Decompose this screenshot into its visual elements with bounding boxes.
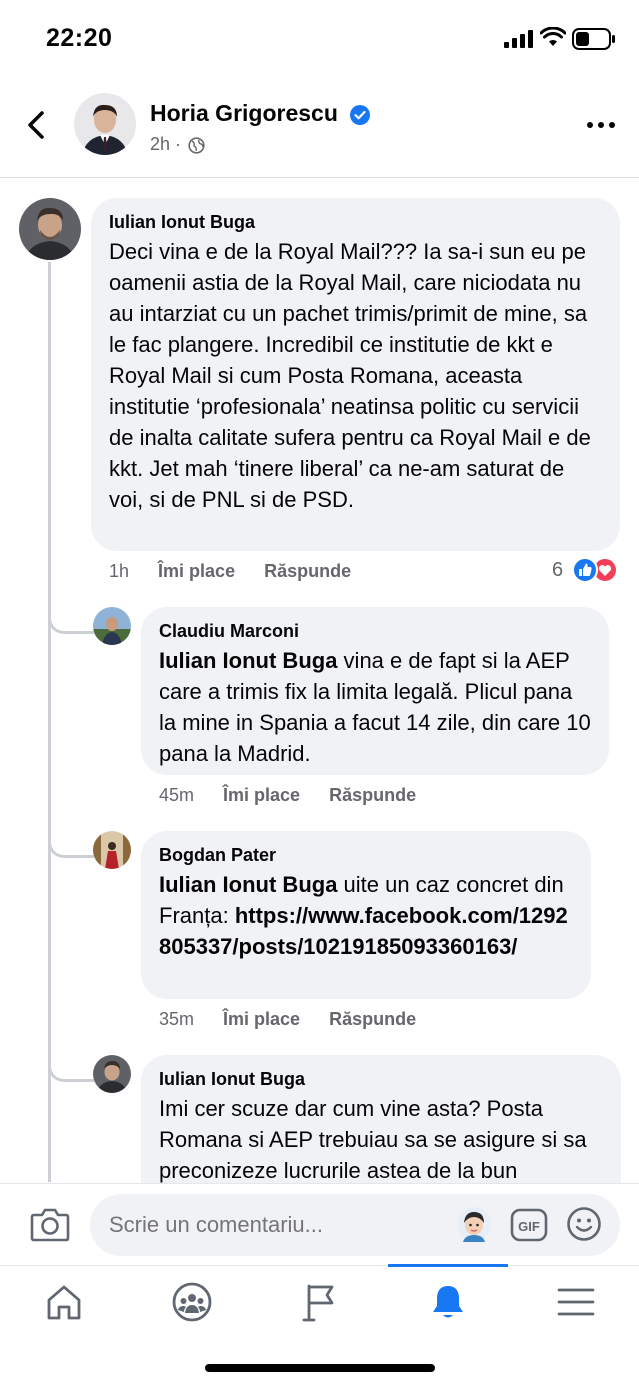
menu-icon: [557, 1288, 595, 1316]
gif-icon[interactable]: GIF: [510, 1208, 548, 1242]
thread-line: [48, 262, 51, 1182]
comment-author[interactable]: Claudiu Marconi: [159, 619, 591, 643]
comment-text: Imi cer scuze dar cum vine asta? Posta R…: [159, 1096, 587, 1183]
post-header: Horia Grigorescu 2h ·: [0, 78, 639, 178]
comment-text: Iulian Ionut Buga uite un caz concret di…: [159, 869, 573, 962]
comment-actions: 35m Îmi place Răspunde: [159, 1009, 440, 1030]
reply-button[interactable]: Răspunde: [329, 785, 416, 806]
post-time-text: 2h: [150, 134, 171, 154]
home-indicator: [205, 1364, 435, 1372]
comment-time: 45m: [159, 785, 195, 805]
like-button[interactable]: Îmi place: [223, 1009, 300, 1030]
comment-avatar[interactable]: [93, 831, 131, 869]
comment-time: 35m: [159, 1009, 195, 1029]
battery-icon: [572, 28, 615, 50]
thread-branch: [48, 836, 94, 858]
mention-link[interactable]: Iulian Ionut Buga: [159, 648, 337, 673]
status-time: 22:20: [46, 24, 113, 52]
reaction-count: 6: [552, 559, 564, 581]
nav-pages[interactable]: [260, 1266, 378, 1336]
mention-link[interactable]: Iulian Ionut Buga: [159, 872, 337, 897]
gif-label: GIF: [518, 1219, 540, 1234]
emoji-icon[interactable]: [566, 1206, 602, 1242]
comment-bubble[interactable]: Bogdan Pater Iulian Ionut Buga uite un c…: [141, 831, 591, 999]
bottom-navigation: [0, 1264, 639, 1385]
comment-text: Iulian Ionut Buga vina e de fapt si la A…: [159, 645, 591, 769]
nav-home[interactable]: [4, 1266, 122, 1336]
comment-avatar[interactable]: [93, 607, 131, 645]
nav-menu[interactable]: [516, 1266, 634, 1336]
post-timestamp: 2h ·: [150, 134, 205, 155]
thread-branch: [48, 612, 94, 634]
camera-icon[interactable]: [30, 1206, 70, 1242]
more-options-icon[interactable]: [586, 118, 616, 132]
nav-groups[interactable]: [132, 1266, 250, 1336]
nav-notifications[interactable]: [388, 1266, 506, 1336]
author-name[interactable]: Horia Grigorescu: [150, 100, 371, 127]
globe-icon: [188, 137, 205, 154]
comment-bubble[interactable]: Iulian Ionut Buga Deci vina e de la Roya…: [91, 198, 620, 551]
like-reaction-icon: [572, 557, 598, 583]
comment-text: Deci vina e de la Royal Mail??? Ia sa-i …: [109, 239, 591, 512]
reply-button[interactable]: Răspunde: [329, 1009, 416, 1030]
pages-icon: [302, 1284, 334, 1322]
status-bar: 22:20: [0, 0, 639, 78]
verified-icon: [350, 104, 371, 125]
cellular-signal-icon: [504, 30, 533, 48]
author-avatar[interactable]: [74, 93, 136, 155]
comment-time: 1h: [109, 561, 130, 581]
back-icon[interactable]: [22, 108, 52, 142]
comment-avatar[interactable]: [19, 198, 81, 260]
groups-icon: [172, 1282, 212, 1322]
like-button[interactable]: Îmi place: [223, 785, 300, 806]
author-name-text[interactable]: Horia Grigorescu: [150, 100, 338, 126]
thread-branch: [48, 1060, 94, 1082]
comment-actions: 45m Îmi place Răspunde: [159, 785, 440, 806]
wifi-icon: [540, 27, 566, 46]
avatar-sticker-icon[interactable]: [456, 1206, 492, 1242]
home-icon: [47, 1285, 81, 1320]
comment-actions: 1h Îmi place Răspunde: [109, 561, 375, 582]
comment-author[interactable]: Bogdan Pater: [159, 843, 573, 867]
like-button[interactable]: Îmi place: [158, 561, 235, 582]
comment-author[interactable]: Iulian Ionut Buga: [109, 210, 602, 234]
comment-bubble[interactable]: Claudiu Marconi Iulian Ionut Buga vina e…: [141, 607, 609, 775]
comment-composer: GIF: [0, 1183, 639, 1265]
reply-button[interactable]: Răspunde: [264, 561, 351, 582]
comment-author[interactable]: Iulian Ionut Buga: [159, 1067, 603, 1091]
comment-avatar[interactable]: [93, 1055, 131, 1093]
notifications-icon: [433, 1286, 463, 1318]
